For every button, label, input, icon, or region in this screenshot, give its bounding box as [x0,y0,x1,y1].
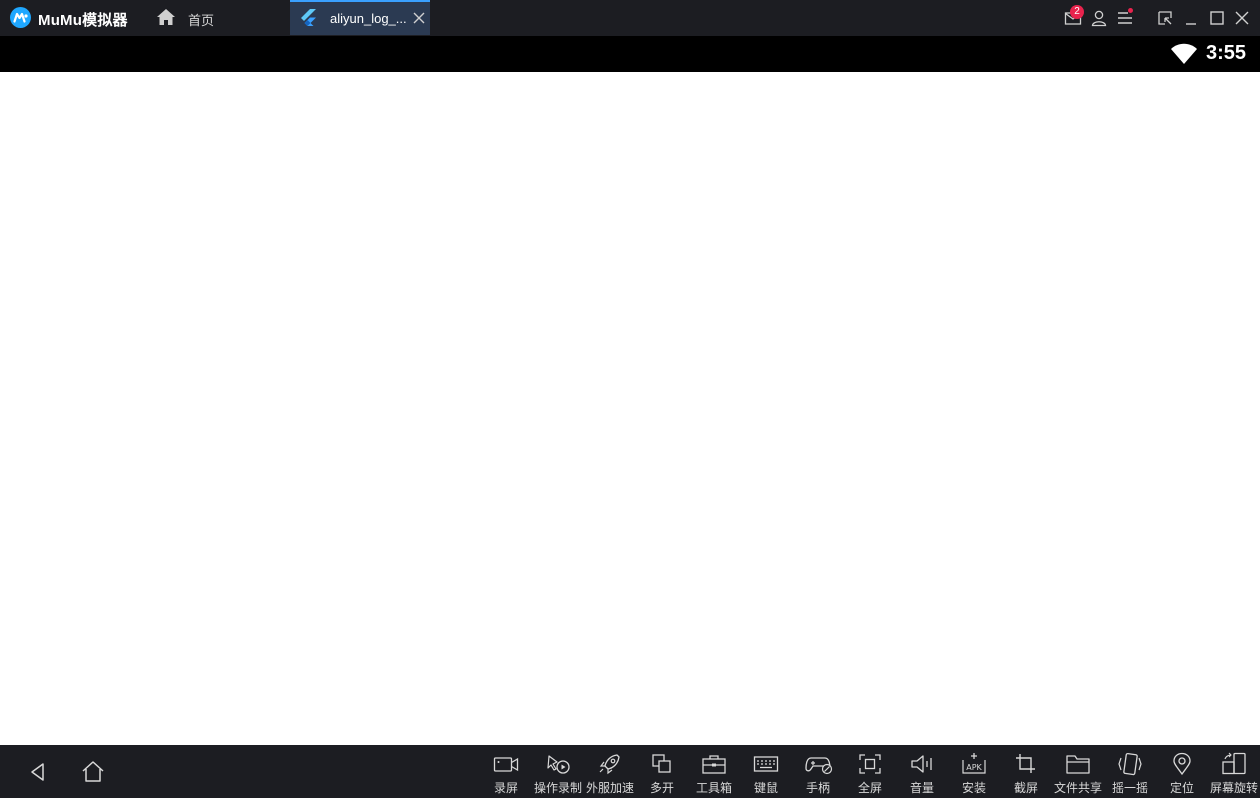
tab-home[interactable]: 首页 [148,0,286,36]
android-status-bar: 3:55 [0,36,1260,72]
tab-close-icon[interactable] [412,11,426,25]
tool-fullscreen[interactable]: 全屏 [844,745,896,798]
location-icon [1173,752,1191,776]
keyboard-icon [753,756,779,772]
crop-icon [1016,754,1035,773]
macro-record-icon [547,755,570,774]
tool-label: 屏幕旋转 [1209,781,1258,795]
home-icon [157,9,175,25]
minimize-icon[interactable] [1182,9,1200,27]
mail-badge: 2 [1070,5,1084,19]
tool-keyboard-mouse[interactable]: 键鼠 [740,745,792,798]
apk-install-icon: APK [962,753,986,774]
tool-multi-instance[interactable]: 多开 [636,745,688,798]
mumu-logo-icon [10,7,31,28]
tool-file-share[interactable]: 文件共享 [1052,745,1104,798]
shrink-window-icon[interactable] [1156,9,1174,27]
fullscreen-icon [859,754,881,774]
close-icon[interactable] [1233,9,1251,27]
rocket-icon [599,754,620,775]
tool-install-apk[interactable]: APK 安装 [948,745,1000,798]
user-icon[interactable] [1090,9,1108,27]
tool-record-screen[interactable]: 录屏 [480,745,532,798]
multi-instance-icon [652,754,671,773]
flutter-app-icon [301,9,316,26]
tool-macro-record[interactable]: 操作录制 [532,745,584,798]
tool-shake[interactable]: 摇一摇 [1104,745,1156,798]
tab-aliyun-log-label: aliyun_log_... [330,11,407,26]
app-name: MuMu模拟器 [38,12,128,29]
tool-volume[interactable]: 音量 [896,745,948,798]
tab-home-label: 首页 [188,13,215,28]
rotate-screen-icon [1222,752,1246,775]
tool-location[interactable]: 定位 [1156,745,1208,798]
svg-text:APK: APK [966,763,982,772]
tool-screenshot[interactable]: 截屏 [1000,745,1052,798]
tab-aliyun-log[interactable]: aliyun_log_... [290,0,430,35]
video-record-icon [493,757,519,772]
maximize-icon[interactable] [1208,9,1226,27]
tool-toolbox[interactable]: 工具箱 [688,745,740,798]
folder-icon [1066,755,1090,774]
back-icon[interactable] [28,761,48,783]
status-clock: 3:55 [1206,42,1247,64]
gamepad-icon [805,757,833,775]
tool-rotate-screen[interactable]: 屏幕旋转 [1208,745,1260,798]
android-screen[interactable] [0,72,1260,745]
menu-notification-dot [1128,8,1133,13]
wifi-icon [1171,43,1197,64]
toolbox-icon [702,755,726,774]
tool-overseas-boost[interactable]: 外服加速 [584,745,636,798]
title-bar: MuMu模拟器 首页 aliyun_log_... 2 [0,0,1260,36]
tool-gamepad[interactable]: 手柄 [792,745,844,798]
shake-icon [1118,752,1142,776]
android-home-icon[interactable] [80,759,106,785]
volume-icon [911,755,932,773]
bottom-toolbar: 录屏 操作录制 外服加速 多开 工具箱 键鼠 手柄 全屏 音量 APK 安装 截… [0,745,1260,798]
